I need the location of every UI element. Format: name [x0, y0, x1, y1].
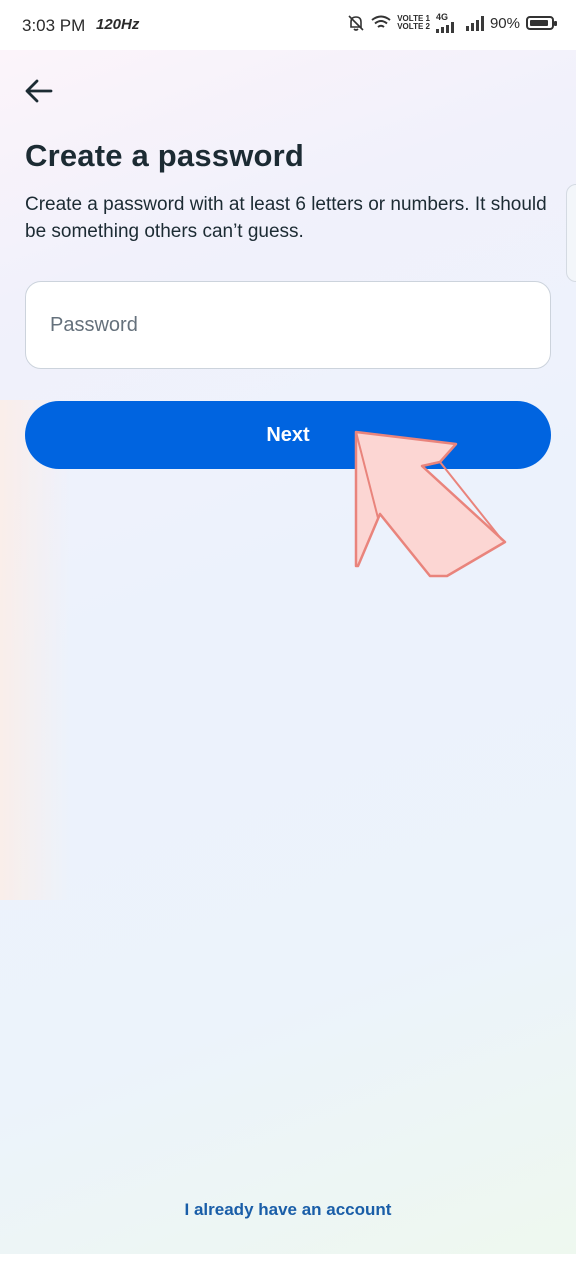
background-gradient — [0, 400, 70, 900]
password-input[interactable] — [25, 281, 551, 369]
signal-4g: 4G — [435, 12, 454, 33]
create-password-screen: Create a password Create a password with… — [0, 50, 576, 1254]
signal-icon — [465, 15, 484, 31]
page-description: Create a password with at least 6 letter… — [25, 194, 547, 242]
edge-panel-handle[interactable] — [566, 184, 576, 282]
status-bar: 3:03 PM 120Hz VOLTE 1 VOLTE 2 4G 90% — [0, 0, 576, 50]
arrow-left-icon — [25, 79, 53, 103]
next-button[interactable]: Next — [25, 401, 551, 469]
wifi-icon — [371, 15, 391, 28]
volte-2-label: VOLTE 2 — [397, 22, 430, 31]
battery-percent: 90% — [489, 14, 520, 32]
network-type-label: 4G — [435, 12, 448, 22]
refresh-rate-label: 120Hz — [96, 16, 140, 33]
bottom-bar — [0, 1254, 576, 1280]
volte-indicator: VOLTE 1 VOLTE 2 — [397, 15, 430, 31]
back-button[interactable] — [24, 78, 58, 108]
status-time: 3:03 PM — [22, 16, 86, 35]
status-icons: VOLTE 1 VOLTE 2 4G 90% — [347, 12, 557, 33]
page-title: Create a password — [25, 138, 305, 173]
signal-icon — [435, 22, 454, 33]
login-link[interactable]: I already have an account — [0, 1200, 576, 1220]
notifications-off-icon — [348, 15, 364, 31]
battery-icon — [526, 16, 557, 30]
